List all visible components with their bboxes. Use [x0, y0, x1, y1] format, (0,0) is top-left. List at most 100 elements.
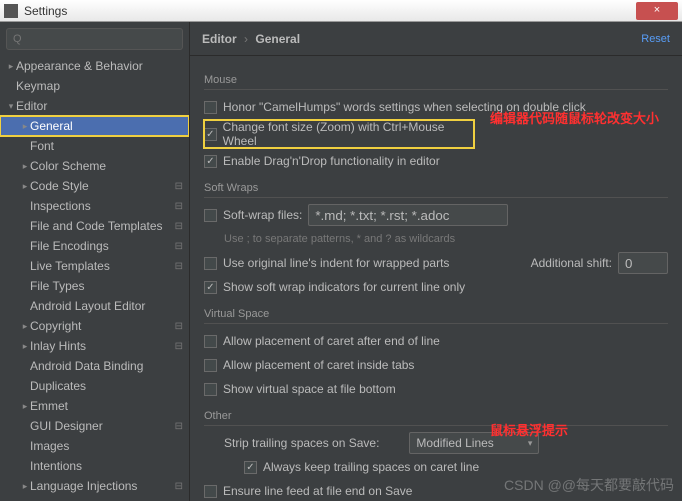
lbl-softwrap: Soft-wrap files:: [223, 208, 302, 222]
tree-item-intentions[interactable]: Intentions: [0, 456, 189, 476]
lbl-virtual-bottom: Show virtual space at file bottom: [223, 382, 396, 396]
lbl-keep-trailing: Always keep trailing spaces on caret lin…: [263, 460, 479, 474]
tree-item-language-injections[interactable]: ▸Language Injections⊟: [0, 476, 189, 496]
lbl-caret-after: Allow placement of caret after end of li…: [223, 334, 440, 348]
lbl-caret-inside: Allow placement of caret inside tabs: [223, 358, 414, 372]
section-virtual: Virtual Space: [204, 308, 668, 324]
cb-orig-indent[interactable]: [204, 257, 217, 270]
cb-softwrap[interactable]: [204, 209, 217, 222]
search-box[interactable]: [6, 28, 183, 50]
cb-caret-inside[interactable]: [204, 359, 217, 372]
tree-label: Language Injections: [30, 479, 175, 493]
lbl-orig-indent: Use original line's indent for wrapped p…: [223, 256, 525, 270]
cb-virtual-bottom[interactable]: [204, 383, 217, 396]
tree-item-android-data-binding[interactable]: Android Data Binding: [0, 356, 189, 376]
scope-icon: ⊟: [175, 481, 183, 492]
tree-label: Editor: [16, 99, 183, 113]
arrow-icon: ▸: [20, 481, 30, 492]
content-pane: Editor › General Reset Mouse Honor "Came…: [190, 22, 682, 501]
tree-label: Duplicates: [30, 379, 183, 393]
arrow-icon: ▸: [6, 61, 16, 72]
lbl-camelhumps: Honor "CamelHumps" words settings when s…: [223, 100, 586, 114]
tree-label: Emmet: [30, 399, 183, 413]
tree-item-keymap[interactable]: Keymap: [0, 76, 189, 96]
tree-item-editor[interactable]: ▾Editor: [0, 96, 189, 116]
scope-icon: ⊟: [175, 261, 183, 272]
breadcrumb-a: Editor: [202, 32, 237, 46]
hint-softwrap: Use ; to separate patterns, * and ? as w…: [224, 233, 455, 245]
tree-label: Appearance & Behavior: [16, 59, 183, 73]
tree-item-inlay-hints[interactable]: ▸Inlay Hints⊟: [0, 336, 189, 356]
tree-label: File Types: [30, 279, 183, 293]
cb-ensure-lf[interactable]: [204, 485, 217, 498]
cb-caret-after[interactable]: [204, 335, 217, 348]
tree-item-duplicates[interactable]: Duplicates: [0, 376, 189, 396]
tree-label: Images: [30, 439, 183, 453]
tree-item-code-style[interactable]: ▸Code Style⊟: [0, 176, 189, 196]
cb-zoom[interactable]: [204, 128, 217, 141]
search-input[interactable]: [13, 33, 176, 45]
tree-label: Keymap: [16, 79, 183, 93]
lbl-ensure-lf: Ensure line feed at file end on Save: [223, 484, 412, 498]
select-strip[interactable]: Modified Lines: [409, 432, 539, 454]
arrow-icon: ▸: [20, 161, 30, 172]
scope-icon: ⊟: [175, 321, 183, 332]
settings-tree[interactable]: ▸Appearance & BehaviorKeymap▾Editor▸Gene…: [0, 56, 189, 501]
input-softwrap-patterns[interactable]: [308, 204, 508, 226]
tree-item-general[interactable]: ▸General: [0, 116, 189, 136]
arrow-icon: ▸: [20, 181, 30, 192]
tree-item-file-and-code-templates[interactable]: File and Code Templates⊟: [0, 216, 189, 236]
section-softwraps: Soft Wraps: [204, 182, 668, 198]
arrow-icon: ▸: [20, 321, 30, 332]
arrow-icon: ▸: [20, 401, 30, 412]
scope-icon: ⊟: [175, 421, 183, 432]
arrow-icon: ▸: [20, 341, 30, 352]
cb-wrap-indicators[interactable]: [204, 281, 217, 294]
close-button[interactable]: ×: [636, 2, 678, 20]
content-header: Editor › General Reset: [190, 22, 682, 56]
tree-label: Live Templates: [30, 259, 175, 273]
scope-icon: ⊟: [175, 221, 183, 232]
cb-camelhumps[interactable]: [204, 101, 217, 114]
input-addshift[interactable]: [618, 252, 668, 274]
tree-item-font[interactable]: Font: [0, 136, 189, 156]
tree-item-file-encodings[interactable]: File Encodings⊟: [0, 236, 189, 256]
breadcrumb: Editor › General: [202, 32, 641, 46]
tree-item-live-templates[interactable]: Live Templates⊟: [0, 256, 189, 276]
reset-link[interactable]: Reset: [641, 33, 670, 45]
tree-label: Color Scheme: [30, 159, 183, 173]
app-icon: [4, 4, 18, 18]
window-title: Settings: [24, 4, 636, 18]
tree-item-inspections[interactable]: Inspections⊟: [0, 196, 189, 216]
breadcrumb-b: General: [255, 32, 300, 46]
tree-label: Intentions: [30, 459, 183, 473]
tree-item-file-types[interactable]: File Types: [0, 276, 189, 296]
scope-icon: ⊟: [175, 341, 183, 352]
lbl-strip: Strip trailing spaces on Save:: [224, 436, 379, 450]
tree-label: GUI Designer: [30, 419, 175, 433]
scope-icon: ⊟: [175, 181, 183, 192]
sidebar: ▸Appearance & BehaviorKeymap▾Editor▸Gene…: [0, 22, 190, 501]
tree-item-images[interactable]: Images: [0, 436, 189, 456]
cb-dragdrop[interactable]: [204, 155, 217, 168]
tree-item-color-scheme[interactable]: ▸Color Scheme: [0, 156, 189, 176]
scope-icon: ⊟: [175, 201, 183, 212]
cb-keep-trailing[interactable]: [244, 461, 257, 474]
tree-label: Android Data Binding: [30, 359, 183, 373]
arrow-icon: ▸: [20, 121, 30, 132]
tree-item-android-layout-editor[interactable]: Android Layout Editor: [0, 296, 189, 316]
section-mouse: Mouse: [204, 74, 668, 90]
tree-label: File and Code Templates: [30, 219, 175, 233]
arrow-icon: ▾: [6, 101, 16, 112]
tree-label: General: [30, 119, 183, 133]
titlebar: Settings ×: [0, 0, 682, 22]
tree-item-gui-designer[interactable]: GUI Designer⊟: [0, 416, 189, 436]
tree-item-copyright[interactable]: ▸Copyright⊟: [0, 316, 189, 336]
scope-icon: ⊟: [175, 241, 183, 252]
tree-item-appearance-behavior[interactable]: ▸Appearance & Behavior: [0, 56, 189, 76]
lbl-addshift: Additional shift:: [531, 256, 612, 270]
tree-item-emmet[interactable]: ▸Emmet: [0, 396, 189, 416]
tree-label: Copyright: [30, 319, 175, 333]
tree-item-spelling[interactable]: Spelling⊟: [0, 496, 189, 501]
lbl-wrap-indicators: Show soft wrap indicators for current li…: [223, 280, 465, 294]
